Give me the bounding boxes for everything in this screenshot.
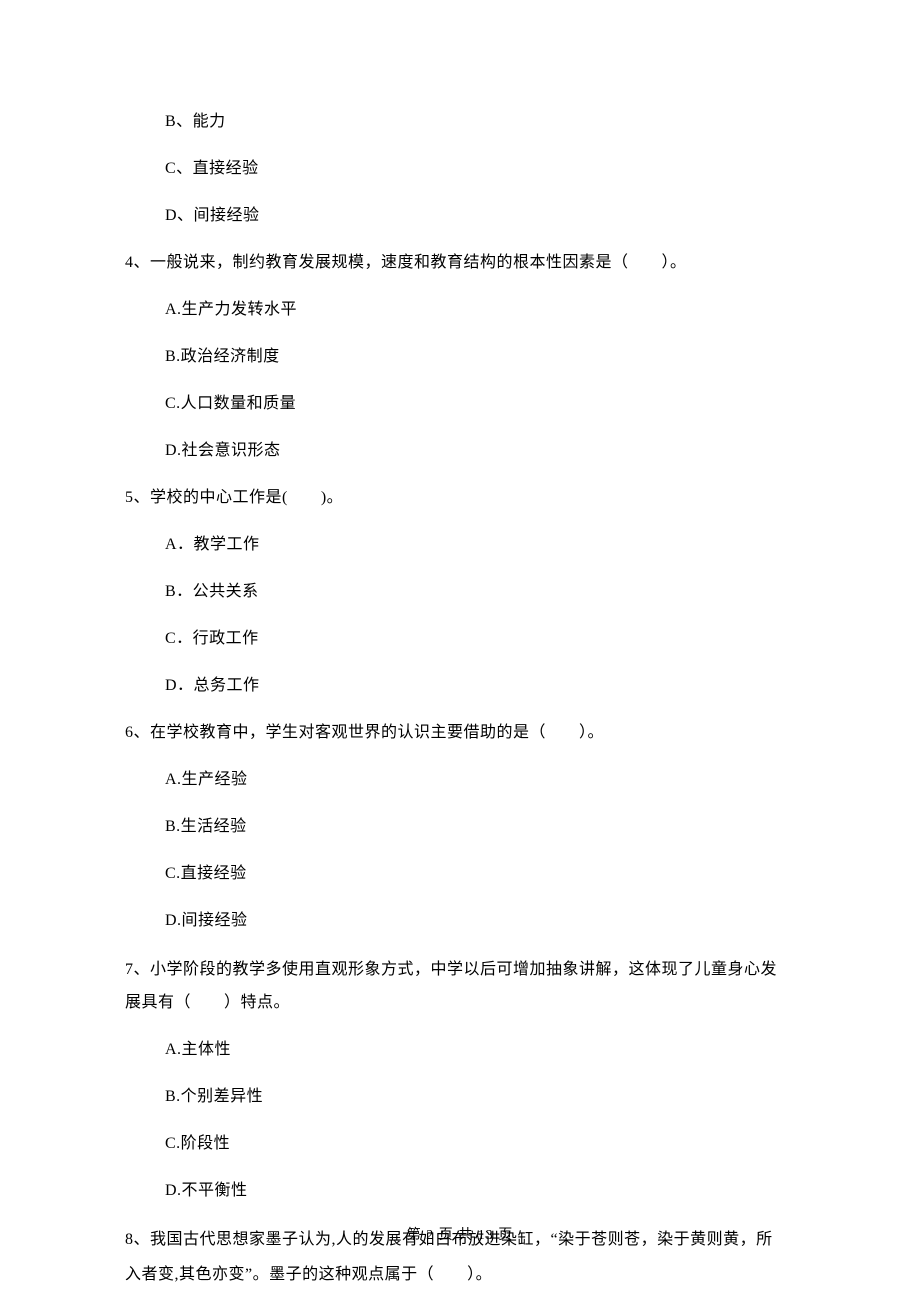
option-6-d: D.间接经验 [125,909,795,933]
option-6-b: B.生活经验 [125,815,795,839]
option-5-c: C．行政工作 [125,627,795,651]
question-5-stem: 5、学校的中心工作是( )。 [125,486,795,510]
option-prev-b: B、能力 [125,110,795,134]
question-8-stem-line2: 入者变,其色亦变”。墨子的这种观点属于（ ）。 [125,1261,795,1290]
option-7-a: A.主体性 [125,1038,795,1062]
option-7-c: C.阶段性 [125,1132,795,1156]
option-6-c: C.直接经验 [125,862,795,886]
question-4-stem: 4、一般说来，制约教育发展规模，速度和教育结构的根本性因素是（ ）。 [125,251,795,275]
page-footer: 第 2 页 共 13 页 [0,1224,920,1244]
option-prev-d: D、间接经验 [125,204,795,228]
option-prev-c: C、直接经验 [125,157,795,181]
question-7-stem-line2: 展具有（ ）特点。 [125,991,795,1015]
option-5-d: D．总务工作 [125,674,795,698]
document-body: B、能力 C、直接经验 D、间接经验 4、一般说来，制约教育发展规模，速度和教育… [125,110,795,1289]
document-page: B、能力 C、直接经验 D、间接经验 4、一般说来，制约教育发展规模，速度和教育… [0,0,920,1302]
option-7-b: B.个别差异性 [125,1085,795,1109]
option-7-d: D.不平衡性 [125,1179,795,1203]
question-6-stem: 6、在学校教育中，学生对客观世界的认识主要借助的是（ ）。 [125,721,795,745]
option-6-a: A.生产经验 [125,768,795,792]
option-4-c: C.人口数量和质量 [125,392,795,416]
option-4-b: B.政治经济制度 [125,345,795,369]
question-7-stem-line1: 7、小学阶段的教学多使用直观形象方式，中学以后可增加抽象讲解，这体现了儿童身心发 [125,956,795,985]
option-4-d: D.社会意识形态 [125,439,795,463]
option-5-a: A．教学工作 [125,533,795,557]
option-5-b: B．公共关系 [125,580,795,604]
option-4-a: A.生产力发转水平 [125,298,795,322]
